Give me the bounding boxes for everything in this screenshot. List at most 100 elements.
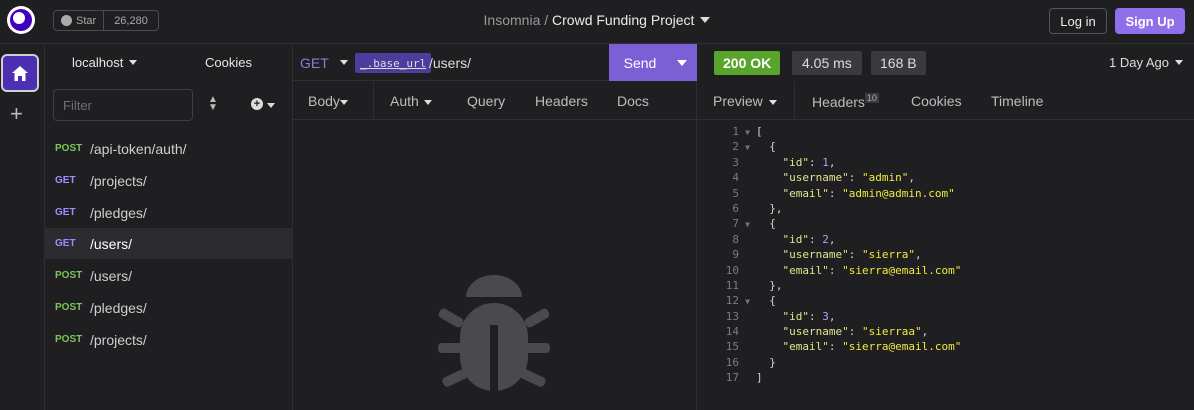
tab-cookies[interactable]: Cookies xyxy=(911,93,962,109)
response-time: 4.05 ms xyxy=(792,51,862,75)
json-username: admin xyxy=(868,171,902,185)
sort-icon[interactable]: ▲ ▼ xyxy=(208,95,218,113)
request-method: POST xyxy=(55,270,83,281)
home-icon xyxy=(12,65,28,81)
code-line: 1 ▼[ xyxy=(697,124,1194,139)
send-label: Send xyxy=(623,54,657,71)
breadcrumb-separator: / xyxy=(544,12,549,28)
request-path: /pledges/ xyxy=(90,204,147,221)
tab-response-headers[interactable]: Headers 10 xyxy=(812,93,879,110)
json-email: admin@admin.com xyxy=(848,186,949,200)
response-size: 168 B xyxy=(871,51,926,75)
chevron-down-icon xyxy=(769,100,777,105)
tab-auth[interactable]: Auth xyxy=(390,93,419,109)
request-sidebar: localhost Cookies Filter ▲ ▼ + POST /api-… xyxy=(45,44,293,410)
request-method: GET xyxy=(55,207,76,218)
code-line: 7 ▼ { xyxy=(697,216,1194,231)
chevron-down-icon[interactable] xyxy=(677,59,687,66)
request-path: /users/ xyxy=(90,267,133,284)
history-selector[interactable]: 1 Day Ago xyxy=(1109,55,1183,70)
tab-timeline[interactable]: Timeline xyxy=(991,93,1043,109)
tab-body-label: Body xyxy=(308,93,340,109)
login-button[interactable]: Log in xyxy=(1049,8,1107,34)
code-line: 17] xyxy=(725,371,763,385)
response-body[interactable]: 1 ▼[ 2 ▼ { 3 "id": 1, 4 "username": "admin… xyxy=(697,124,1194,386)
code-line: 3 "id": 1, xyxy=(732,155,836,169)
chevron-down-icon[interactable] xyxy=(700,17,711,23)
fold-arrow-icon[interactable]: ▼ xyxy=(739,294,756,309)
tab-preview[interactable]: Preview xyxy=(697,82,795,120)
request-method: POST xyxy=(55,334,83,345)
request-item[interactable]: POST /pledges/ xyxy=(45,292,292,323)
code-line: 14 "username": "sierraa", xyxy=(725,325,929,339)
send-button[interactable]: Send xyxy=(609,44,697,81)
code-line: 11 }, xyxy=(725,278,783,292)
json-email: sierra@email.com xyxy=(848,340,955,354)
request-panel: GET _.base_url /users/ Send Body Auth Qu… xyxy=(293,44,697,410)
tab-preview-label: Preview xyxy=(713,93,763,109)
code-line: 4 "username": "admin", xyxy=(732,171,915,185)
chevron-down-icon xyxy=(1175,60,1183,65)
chevron-down-icon xyxy=(340,100,348,105)
bug-icon xyxy=(438,275,550,391)
add-request-icon[interactable]: + xyxy=(251,98,263,110)
json-id: 3 xyxy=(822,309,829,323)
request-item[interactable]: GET /pledges/ xyxy=(45,197,292,228)
request-path: /api-token/auth/ xyxy=(90,140,187,157)
url-bar: GET _.base_url /users/ Send xyxy=(293,44,697,81)
request-path: /pledges/ xyxy=(90,299,147,316)
home-button[interactable] xyxy=(1,54,39,92)
request-tabs: Body Auth Query Headers Docs xyxy=(293,82,697,120)
signup-button[interactable]: Sign Up xyxy=(1115,8,1185,34)
url-variable: _.base_url xyxy=(360,56,427,70)
request-item[interactable]: GET /projects/ xyxy=(45,165,292,196)
code-line: 8 "id": 2, xyxy=(732,232,836,246)
breadcrumb: Insomnia / Crowd Funding Project xyxy=(0,12,1194,28)
tab-body[interactable]: Body xyxy=(293,82,374,120)
tab-response-headers-label: Headers xyxy=(812,94,865,110)
chevron-down-icon[interactable] xyxy=(424,100,432,105)
fold-arrow-icon[interactable]: ▼ xyxy=(739,140,756,155)
project-name[interactable]: Crowd Funding Project xyxy=(552,12,694,28)
tab-docs[interactable]: Docs xyxy=(617,93,649,109)
left-rail: + xyxy=(0,44,45,410)
fold-arrow-icon[interactable]: ▼ xyxy=(739,217,756,232)
url-input[interactable]: /users/ xyxy=(429,55,471,71)
add-workspace-icon[interactable]: + xyxy=(10,102,23,126)
request-item[interactable]: POST /projects/ xyxy=(45,324,292,355)
request-path: /projects/ xyxy=(90,172,147,189)
code-line: 15 "email": "sierra@email.com" xyxy=(725,340,962,354)
chevron-down-icon xyxy=(129,60,138,65)
request-path: /projects/ xyxy=(90,331,147,348)
filter-input[interactable]: Filter xyxy=(53,89,193,121)
breadcrumb-app[interactable]: Insomnia xyxy=(484,12,541,28)
request-item-active[interactable]: GET /users/ xyxy=(45,228,292,259)
code-line: 5 "email": "admin@admin.com" xyxy=(732,186,955,200)
request-path: /users/ xyxy=(90,235,133,252)
tab-query[interactable]: Query xyxy=(467,93,505,109)
json-id: 1 xyxy=(822,155,829,169)
json-username: sierraa xyxy=(868,325,915,339)
method-selector[interactable]: GET xyxy=(300,55,329,71)
json-email: sierra@email.com xyxy=(848,263,955,277)
url-variable-tag[interactable]: _.base_url xyxy=(355,53,432,73)
request-item[interactable]: POST /users/ xyxy=(45,260,292,291)
tab-headers[interactable]: Headers xyxy=(535,93,588,109)
json-id: 2 xyxy=(822,232,829,246)
code-line: 13 "id": 3, xyxy=(725,309,836,323)
cookies-button[interactable]: Cookies xyxy=(205,55,252,70)
code-line: 16 } xyxy=(725,355,776,369)
top-bar: Star 26,280 Insomnia / Crowd Funding Pro… xyxy=(0,0,1194,44)
response-panel: 200 OK 4.05 ms 168 B 1 Day Ago Preview H… xyxy=(697,44,1194,410)
environment-selector[interactable]: localhost xyxy=(72,55,138,70)
environment-label: localhost xyxy=(72,55,124,70)
response-age: 1 Day Ago xyxy=(1109,55,1169,70)
fold-arrow-icon[interactable]: ▼ xyxy=(739,125,756,140)
code-line: 6 }, xyxy=(732,201,783,215)
code-line: 9 "username": "sierra", xyxy=(732,248,922,262)
chevron-down-icon[interactable] xyxy=(340,60,348,65)
request-method: GET xyxy=(55,175,76,186)
headers-count-badge: 10 xyxy=(864,93,879,103)
request-item[interactable]: POST /api-token/auth/ xyxy=(45,133,292,164)
chevron-down-icon[interactable] xyxy=(267,103,275,108)
